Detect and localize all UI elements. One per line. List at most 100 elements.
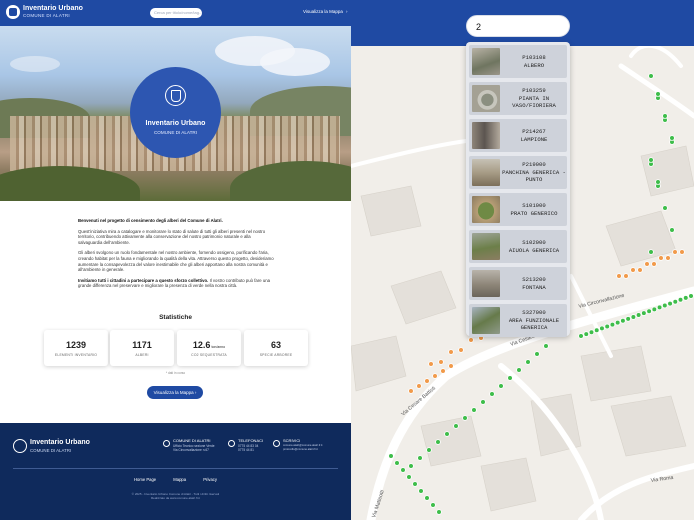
tree-marker[interactable] bbox=[655, 179, 661, 185]
tree-marker[interactable] bbox=[655, 91, 661, 97]
map-search-input[interactable]: 2 bbox=[466, 15, 570, 37]
element-marker[interactable] bbox=[428, 361, 434, 367]
tree-marker[interactable] bbox=[630, 314, 637, 320]
header-map-link[interactable]: Visualizza la Mappa › bbox=[300, 9, 347, 14]
tree-marker[interactable] bbox=[648, 249, 654, 255]
header-search-input[interactable]: Cerca per titolo/nome/tag... bbox=[150, 8, 202, 18]
element-marker[interactable] bbox=[408, 388, 414, 394]
element-marker[interactable] bbox=[651, 261, 657, 267]
element-marker[interactable] bbox=[468, 337, 474, 343]
search-result-item[interactable]: P103259 PIANTA IN VASO/FIORIERA bbox=[469, 82, 567, 115]
tree-marker[interactable] bbox=[462, 415, 468, 421]
tree-marker[interactable] bbox=[471, 407, 477, 413]
view-map-button[interactable]: Visualizza la Mappa › bbox=[147, 386, 203, 399]
tree-marker[interactable] bbox=[682, 295, 689, 301]
tree-marker[interactable] bbox=[435, 439, 441, 445]
element-marker[interactable] bbox=[672, 249, 678, 255]
element-marker[interactable] bbox=[440, 368, 446, 374]
search-result-item[interactable]: S213200 FONTANA bbox=[469, 267, 567, 300]
element-marker[interactable] bbox=[432, 373, 438, 379]
tree-marker[interactable] bbox=[625, 316, 631, 322]
tree-marker[interactable] bbox=[662, 302, 668, 309]
tree-marker[interactable] bbox=[400, 467, 406, 473]
tree-marker[interactable] bbox=[646, 308, 652, 315]
tree-marker[interactable] bbox=[417, 455, 423, 461]
element-marker[interactable] bbox=[438, 359, 444, 365]
footer-contact-detail[interactable]: comune.alatri@comune.alatri.fr.it protoc… bbox=[283, 444, 322, 452]
tree-marker[interactable] bbox=[412, 481, 418, 487]
search-result-item[interactable]: S102000 AIUOLA GENERICA bbox=[469, 230, 567, 263]
tree-marker[interactable] bbox=[394, 460, 400, 466]
tree-marker[interactable] bbox=[593, 327, 600, 334]
element-marker[interactable] bbox=[637, 267, 643, 273]
element-marker[interactable] bbox=[448, 363, 454, 369]
tree-marker[interactable] bbox=[525, 359, 531, 365]
element-marker[interactable] bbox=[630, 267, 636, 273]
footer-contact-detail[interactable]: 0775 44 83 04 0775 44 81 bbox=[238, 444, 258, 452]
tree-marker[interactable] bbox=[534, 351, 540, 357]
tree-marker[interactable] bbox=[444, 431, 450, 437]
tree-marker[interactable] bbox=[620, 317, 626, 324]
tree-marker[interactable] bbox=[516, 367, 522, 373]
tree-marker[interactable] bbox=[609, 321, 616, 328]
element-marker[interactable] bbox=[424, 378, 430, 384]
footer-link-home[interactable]: Home Page bbox=[134, 477, 156, 482]
tree-marker[interactable] bbox=[588, 329, 595, 335]
tree-marker[interactable] bbox=[669, 135, 675, 141]
footer-link-privacy[interactable]: Privacy bbox=[203, 477, 217, 482]
tree-marker[interactable] bbox=[614, 319, 621, 326]
tree-marker[interactable] bbox=[648, 157, 654, 163]
stat-card: 63 SPECIE ARBOREE bbox=[244, 330, 308, 366]
element-marker[interactable] bbox=[416, 383, 422, 389]
tree-marker[interactable] bbox=[667, 300, 673, 307]
tree-marker[interactable] bbox=[436, 509, 442, 515]
site-title[interactable]: Inventario Urbano bbox=[23, 5, 83, 13]
tree-marker[interactable] bbox=[388, 453, 394, 459]
tree-marker[interactable] bbox=[688, 293, 694, 299]
tree-marker[interactable] bbox=[656, 304, 663, 311]
search-result-item[interactable]: S101000 PRATO GENERICO bbox=[469, 193, 567, 226]
tree-marker[interactable] bbox=[426, 447, 432, 453]
element-marker[interactable] bbox=[623, 273, 629, 279]
element-marker[interactable] bbox=[658, 255, 664, 261]
tree-marker[interactable] bbox=[543, 343, 549, 349]
tree-marker[interactable] bbox=[599, 325, 605, 332]
tree-marker[interactable] bbox=[408, 463, 414, 469]
element-marker[interactable] bbox=[616, 273, 622, 279]
tree-marker[interactable] bbox=[662, 205, 668, 211]
tree-marker[interactable] bbox=[418, 488, 424, 494]
tree-marker[interactable] bbox=[641, 310, 647, 316]
element-marker[interactable] bbox=[458, 347, 464, 353]
search-result-item[interactable]: S327000 AREA FUNZIONALE GENERICA bbox=[469, 304, 567, 337]
search-result-item[interactable]: P214267 LAMPIONE bbox=[469, 119, 567, 152]
tree-marker[interactable] bbox=[489, 391, 495, 397]
footer-link-map[interactable]: Mappa bbox=[173, 477, 186, 482]
tree-marker[interactable] bbox=[430, 502, 436, 508]
element-marker[interactable] bbox=[679, 249, 685, 255]
tree-marker[interactable] bbox=[424, 495, 430, 501]
tree-marker[interactable] bbox=[672, 298, 679, 305]
tree-marker[interactable] bbox=[651, 306, 658, 313]
tree-marker[interactable] bbox=[648, 73, 654, 79]
tree-marker[interactable] bbox=[578, 333, 584, 339]
tree-marker[interactable] bbox=[635, 312, 642, 318]
city-logo-icon[interactable] bbox=[6, 5, 20, 19]
tree-marker[interactable] bbox=[583, 331, 590, 337]
mail-icon bbox=[273, 440, 280, 447]
element-marker[interactable] bbox=[644, 261, 650, 267]
tree-marker[interactable] bbox=[498, 383, 504, 389]
tree-marker[interactable] bbox=[669, 227, 675, 233]
search-results-dropdown: P103108 ALBERO P103259 PIANTA IN VASO/FIOR… bbox=[466, 42, 570, 337]
tree-marker[interactable] bbox=[677, 297, 684, 303]
tree-marker[interactable] bbox=[480, 399, 486, 405]
tree-marker[interactable] bbox=[662, 113, 668, 119]
tree-marker[interactable] bbox=[507, 375, 513, 381]
result-name: PRATO GENERICO bbox=[510, 209, 558, 217]
tree-marker[interactable] bbox=[453, 423, 459, 429]
element-marker[interactable] bbox=[448, 349, 454, 355]
tree-marker[interactable] bbox=[406, 474, 412, 480]
search-result-item[interactable]: P103108 ALBERO bbox=[469, 45, 567, 78]
tree-marker[interactable] bbox=[604, 323, 610, 330]
element-marker[interactable] bbox=[665, 255, 671, 261]
search-result-item[interactable]: P219000 PANCHINA GENERICA - PUNTO bbox=[469, 156, 567, 189]
